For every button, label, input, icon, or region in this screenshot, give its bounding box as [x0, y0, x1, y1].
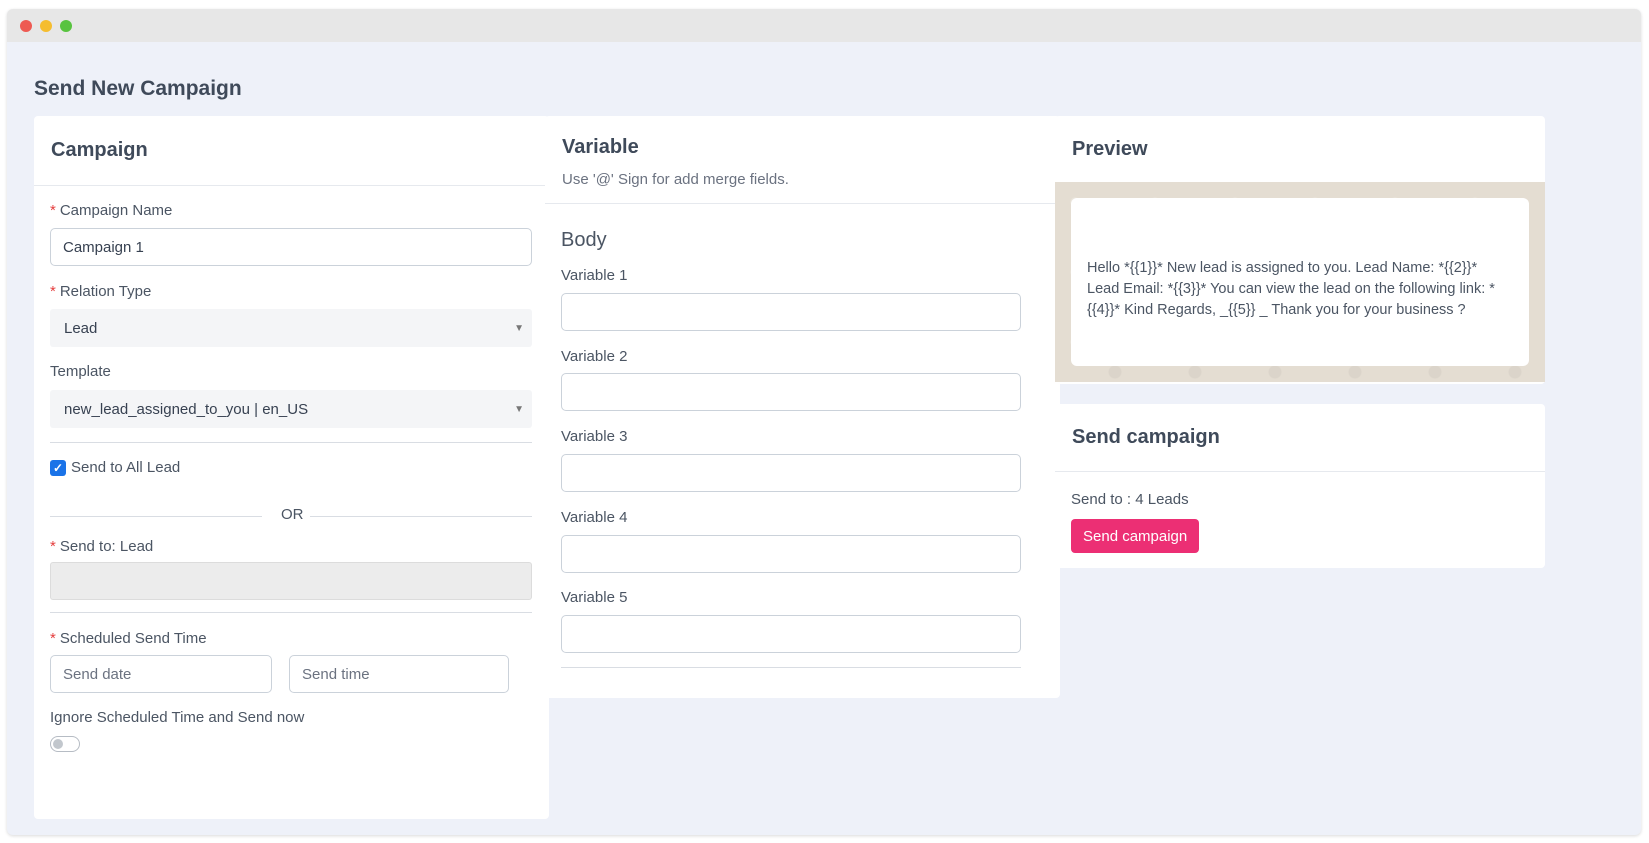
variable-5-input[interactable] [561, 615, 1021, 653]
send-campaign-card-title: Send campaign [1072, 426, 1220, 448]
template-select[interactable]: new_lead_assigned_to_you | en_US ▼ [50, 390, 532, 428]
template-value: new_lead_assigned_to_you | en_US [64, 400, 309, 418]
send-campaign-card: Send campaign Send to : 4 Leads Send cam… [1055, 404, 1545, 568]
campaign-card: Campaign * Campaign Name Campaign 1 * Rela… [34, 116, 549, 819]
toggle-knob [53, 739, 63, 749]
send-date-input[interactable]: Send date [50, 655, 272, 693]
variable-card-subtitle: Use '@' Sign for add merge fields. [562, 171, 789, 188]
maximize-window-icon[interactable] [60, 19, 72, 32]
variable-2-input[interactable] [561, 373, 1021, 411]
preview-card: Preview Hello *{{1}}* New lead is assign… [1055, 116, 1545, 384]
close-window-icon[interactable] [20, 19, 32, 32]
send-all-label: Send to All Lead [71, 459, 181, 476]
minimize-window-icon[interactable] [40, 19, 52, 32]
variable-card-header: Variable Use '@' Sign for add merge fiel… [545, 116, 1060, 204]
variable-3-input[interactable] [561, 454, 1021, 492]
campaign-name-input[interactable]: Campaign 1 [50, 228, 532, 266]
variable-2-label: Variable 2 [561, 348, 628, 365]
campaign-name-label: * Campaign Name [50, 202, 173, 219]
variable-1-label: Variable 1 [561, 267, 628, 284]
page-title: Send New Campaign [34, 77, 242, 100]
template-label: Template [50, 363, 111, 380]
divider [50, 612, 532, 613]
campaign-card-title: Campaign [51, 139, 148, 161]
variable-card-title: Variable [562, 136, 639, 158]
campaign-card-header: Campaign [34, 116, 549, 186]
ignore-schedule-toggle[interactable] [50, 736, 80, 752]
relation-type-label: * Relation Type [50, 283, 152, 300]
variable-3-label: Variable 3 [561, 428, 628, 445]
send-time-input[interactable]: Send time [289, 655, 509, 693]
send-to-label: * Send to: Lead [50, 538, 154, 555]
ignore-schedule-label: Ignore Scheduled Time and Send now [50, 709, 305, 726]
variable-5-label: Variable 5 [561, 589, 628, 606]
preview-card-title: Preview [1072, 137, 1148, 160]
divider [561, 667, 1021, 668]
relation-type-value: Lead [64, 319, 98, 337]
scheduled-time-label: * Scheduled Send Time [50, 630, 207, 647]
variable-4-input[interactable] [561, 535, 1021, 573]
chevron-down-icon: ▼ [514, 323, 524, 334]
relation-type-select[interactable]: Lead ▼ [50, 309, 532, 347]
or-separator: OR [50, 506, 532, 526]
divider [50, 442, 532, 443]
body-heading: Body [561, 229, 607, 251]
preview-card-header: Preview [1055, 116, 1545, 182]
variable-card: Variable Use '@' Sign for add merge fiel… [545, 116, 1060, 698]
variable-4-label: Variable 4 [561, 509, 628, 526]
or-text: OR [281, 506, 304, 523]
variable-1-input[interactable] [561, 293, 1021, 331]
send-campaign-card-header: Send campaign [1055, 404, 1545, 472]
app-window: Send New Campaign Campaign * Campaign Nam… [7, 9, 1641, 835]
chevron-down-icon: ▼ [514, 404, 524, 415]
send-to-count: Send to : 4 Leads [1071, 491, 1189, 508]
send-all-checkbox[interactable]: ✓ [50, 460, 66, 476]
message-preview-bubble: Hello *{{1}}* New lead is assigned to yo… [1071, 198, 1529, 366]
window-titlebar [7, 9, 1641, 42]
send-campaign-button[interactable]: Send campaign [1071, 519, 1200, 553]
send-to-input [50, 562, 532, 600]
chat-background: Hello *{{1}}* New lead is assigned to yo… [1055, 182, 1545, 382]
